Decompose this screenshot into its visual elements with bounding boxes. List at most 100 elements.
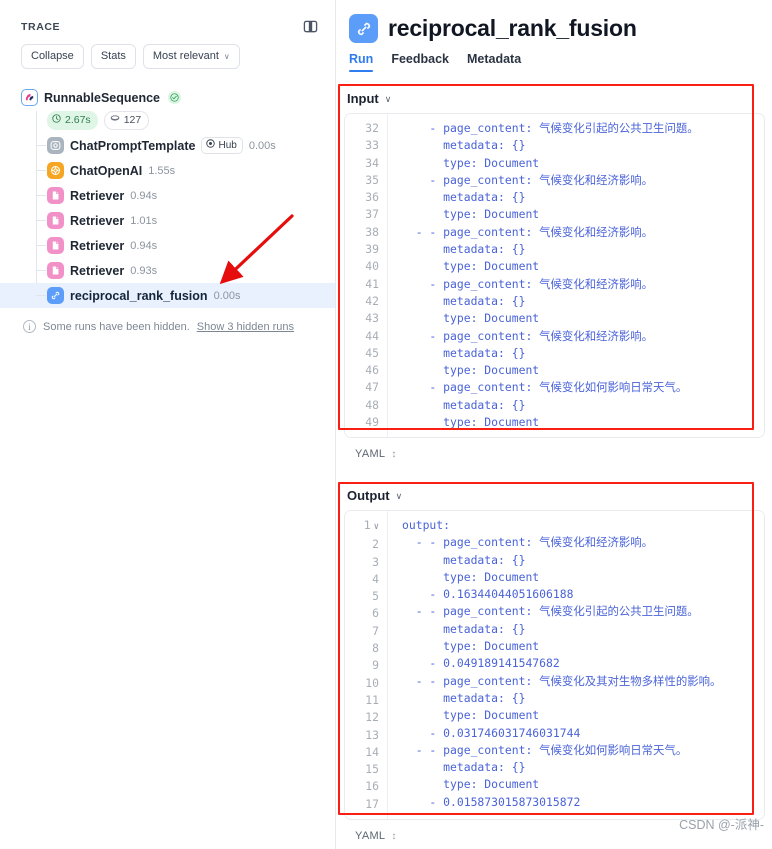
stepper-icon: ↕ bbox=[391, 448, 397, 460]
input-language-label: YAML bbox=[355, 448, 386, 461]
tree-row-runnable-sequence[interactable]: RunnableSequence bbox=[0, 85, 335, 110]
fold-chevron-icon[interactable]: ∨ bbox=[374, 522, 379, 532]
code-line-number: 9 bbox=[372, 658, 379, 673]
tree-row-retriever-3[interactable]: Retriever 0.94s bbox=[0, 233, 335, 258]
input-section-header[interactable]: Input ∨ bbox=[339, 84, 391, 113]
code-line: - page_content: 气候变化和经济影响。 bbox=[402, 328, 654, 343]
code-line-number: 44 bbox=[365, 328, 379, 343]
code-line: - - page_content: 气候变化引起的公共卫生问题。 bbox=[402, 604, 699, 619]
code-line-number: 2 bbox=[372, 537, 379, 552]
tree-node-label: Retriever bbox=[70, 213, 125, 228]
panel-collapse-icon[interactable] bbox=[302, 18, 319, 35]
code-line: metadata: {} bbox=[402, 552, 526, 567]
chevron-down-icon: ∨ bbox=[384, 94, 392, 104]
tree-row-retriever-1[interactable]: Retriever 0.94s bbox=[0, 183, 335, 208]
code-line-number: 46 bbox=[365, 363, 379, 378]
output-language-label: YAML bbox=[355, 830, 386, 843]
hidden-runs-notice: i Some runs have been hidden. Show 3 hid… bbox=[0, 308, 335, 333]
page-title: TRACE bbox=[21, 20, 61, 33]
code-line-number: 17 bbox=[365, 796, 379, 811]
tree-node-duration: 1.55s bbox=[148, 164, 176, 177]
tree-branch bbox=[36, 220, 46, 221]
code-line: - page_content: 气候变化和经济影响。 bbox=[402, 276, 654, 291]
code-line: type: Document bbox=[402, 311, 540, 326]
code-line: type: Document bbox=[402, 207, 540, 222]
tree-branch bbox=[36, 145, 46, 146]
run-stat-chips: 2.67s 127 bbox=[0, 111, 335, 130]
tree-node-duration: 0.00s bbox=[248, 139, 276, 152]
code-line-number: 6 bbox=[372, 606, 379, 621]
code-line: - - page_content: 气候变化及其对生物多样性的影响。 bbox=[402, 673, 722, 688]
output-section: Output ∨ 1 ∨ 2 3 4 5 6 7 8 9 10 11 12 13 14 15 16 17 outp… bbox=[339, 481, 770, 849]
retriever-icon bbox=[47, 237, 64, 254]
tab-run[interactable]: Run bbox=[349, 52, 374, 72]
run-header: reciprocal_rank_fusion bbox=[336, 0, 772, 43]
tab-feedback[interactable]: Feedback bbox=[391, 52, 449, 72]
input-line-numbers: 32 33 34 35 36 37 38 39 40 41 42 43 44 45 46 47 48 49 bbox=[345, 114, 388, 438]
code-line-number: 43 bbox=[365, 311, 379, 326]
input-language-selector[interactable]: YAML ↕ bbox=[339, 438, 770, 472]
tree-branch bbox=[36, 245, 46, 246]
tree-node-duration: 0.93s bbox=[130, 264, 158, 277]
chain-icon bbox=[349, 14, 378, 43]
chain-icon bbox=[47, 287, 64, 304]
input-code[interactable]: 32 33 34 35 36 37 38 39 40 41 42 43 44 45 46 47 48 49 - p… bbox=[345, 114, 764, 438]
success-check-icon bbox=[168, 91, 181, 104]
code-line: metadata: {} bbox=[402, 397, 526, 412]
code-line-number: 3 bbox=[372, 554, 379, 569]
code-line: type: Document bbox=[402, 415, 540, 430]
hub-badge-label: Hub bbox=[218, 139, 237, 151]
code-line-number: 47 bbox=[365, 380, 379, 395]
run-title: reciprocal_rank_fusion bbox=[388, 15, 637, 41]
tree-node-duration: 0.94s bbox=[130, 189, 158, 202]
tree-branch bbox=[36, 295, 46, 296]
tab-metadata[interactable]: Metadata bbox=[467, 52, 521, 72]
tree-node-duration: 0.94s bbox=[130, 239, 158, 252]
hub-badge[interactable]: Hub bbox=[201, 137, 243, 154]
tree-node-label: ChatOpenAI bbox=[70, 163, 143, 178]
tree-row-chat-openai[interactable]: ChatOpenAI 1.55s bbox=[0, 158, 335, 183]
code-line-number: 32 bbox=[365, 121, 379, 135]
collapse-button[interactable]: Collapse bbox=[21, 44, 84, 69]
code-line-number: 48 bbox=[365, 397, 379, 412]
tree-branch bbox=[36, 170, 46, 171]
openai-icon bbox=[47, 162, 64, 179]
retriever-icon bbox=[47, 187, 64, 204]
code-line-number: 14 bbox=[365, 744, 379, 759]
tree-row-retriever-4[interactable]: Retriever 0.93s bbox=[0, 258, 335, 283]
tree-row-reciprocal-rank-fusion[interactable]: reciprocal_rank_fusion 0.00s bbox=[0, 283, 335, 308]
code-line-number: 49 bbox=[365, 415, 379, 430]
code-line: metadata: {} bbox=[402, 760, 526, 775]
duration-chip-label: 2.67s bbox=[65, 114, 91, 126]
output-code[interactable]: 1 ∨ 2 3 4 5 6 7 8 9 10 11 12 13 14 15 16 17 output: - - p… bbox=[345, 511, 764, 820]
input-section: Input ∨ 32 33 34 35 36 37 38 39 40 41 42 43 44 45 46 47… bbox=[339, 84, 770, 472]
token-chip-label: 127 bbox=[123, 114, 142, 126]
tree-row-retriever-2[interactable]: Retriever 1.01s bbox=[0, 208, 335, 233]
code-line: - - page_content: 气候变化和经济影响。 bbox=[402, 535, 654, 550]
trace-sidebar: TRACE Collapse Stats Most relevant ∨ Run… bbox=[0, 0, 336, 849]
code-line-number: 8 bbox=[372, 641, 379, 656]
output-section-header[interactable]: Output ∨ bbox=[339, 481, 402, 510]
code-line: type: Document bbox=[402, 155, 540, 170]
tree-node-label: Retriever bbox=[70, 188, 125, 203]
code-line-number: 39 bbox=[365, 242, 379, 257]
code-line: - - page_content: 气候变化如何影响日常天气。 bbox=[402, 742, 688, 757]
tree-row-chat-prompt-template[interactable]: ChatPromptTemplate Hub 0.00s bbox=[0, 133, 335, 158]
output-label: Output bbox=[347, 488, 390, 503]
app-root: TRACE Collapse Stats Most relevant ∨ Run… bbox=[0, 0, 772, 849]
code-line-number: 40 bbox=[365, 259, 379, 274]
chevron-down-icon: ∨ bbox=[395, 491, 403, 501]
code-line: type: Document bbox=[402, 708, 540, 723]
code-line: type: Document bbox=[402, 363, 540, 378]
stats-button[interactable]: Stats bbox=[90, 44, 136, 69]
code-line-number: 34 bbox=[365, 155, 379, 170]
tree-node-label: Retriever bbox=[70, 238, 125, 253]
watermark: CSDN @-派神- bbox=[679, 818, 764, 832]
code-line: - page_content: 气候变化如何影响日常天气。 bbox=[402, 380, 688, 395]
code-line: - 0.16344044051606188 bbox=[402, 587, 574, 602]
code-line-number: 16 bbox=[365, 779, 379, 794]
show-hidden-runs-link[interactable]: Show 3 hidden runs bbox=[197, 321, 294, 333]
sort-dropdown[interactable]: Most relevant ∨ bbox=[142, 44, 240, 69]
tree-branch bbox=[36, 195, 46, 196]
run-tree: RunnableSequence 2.67s 127 ChatPromptTem… bbox=[0, 85, 335, 308]
